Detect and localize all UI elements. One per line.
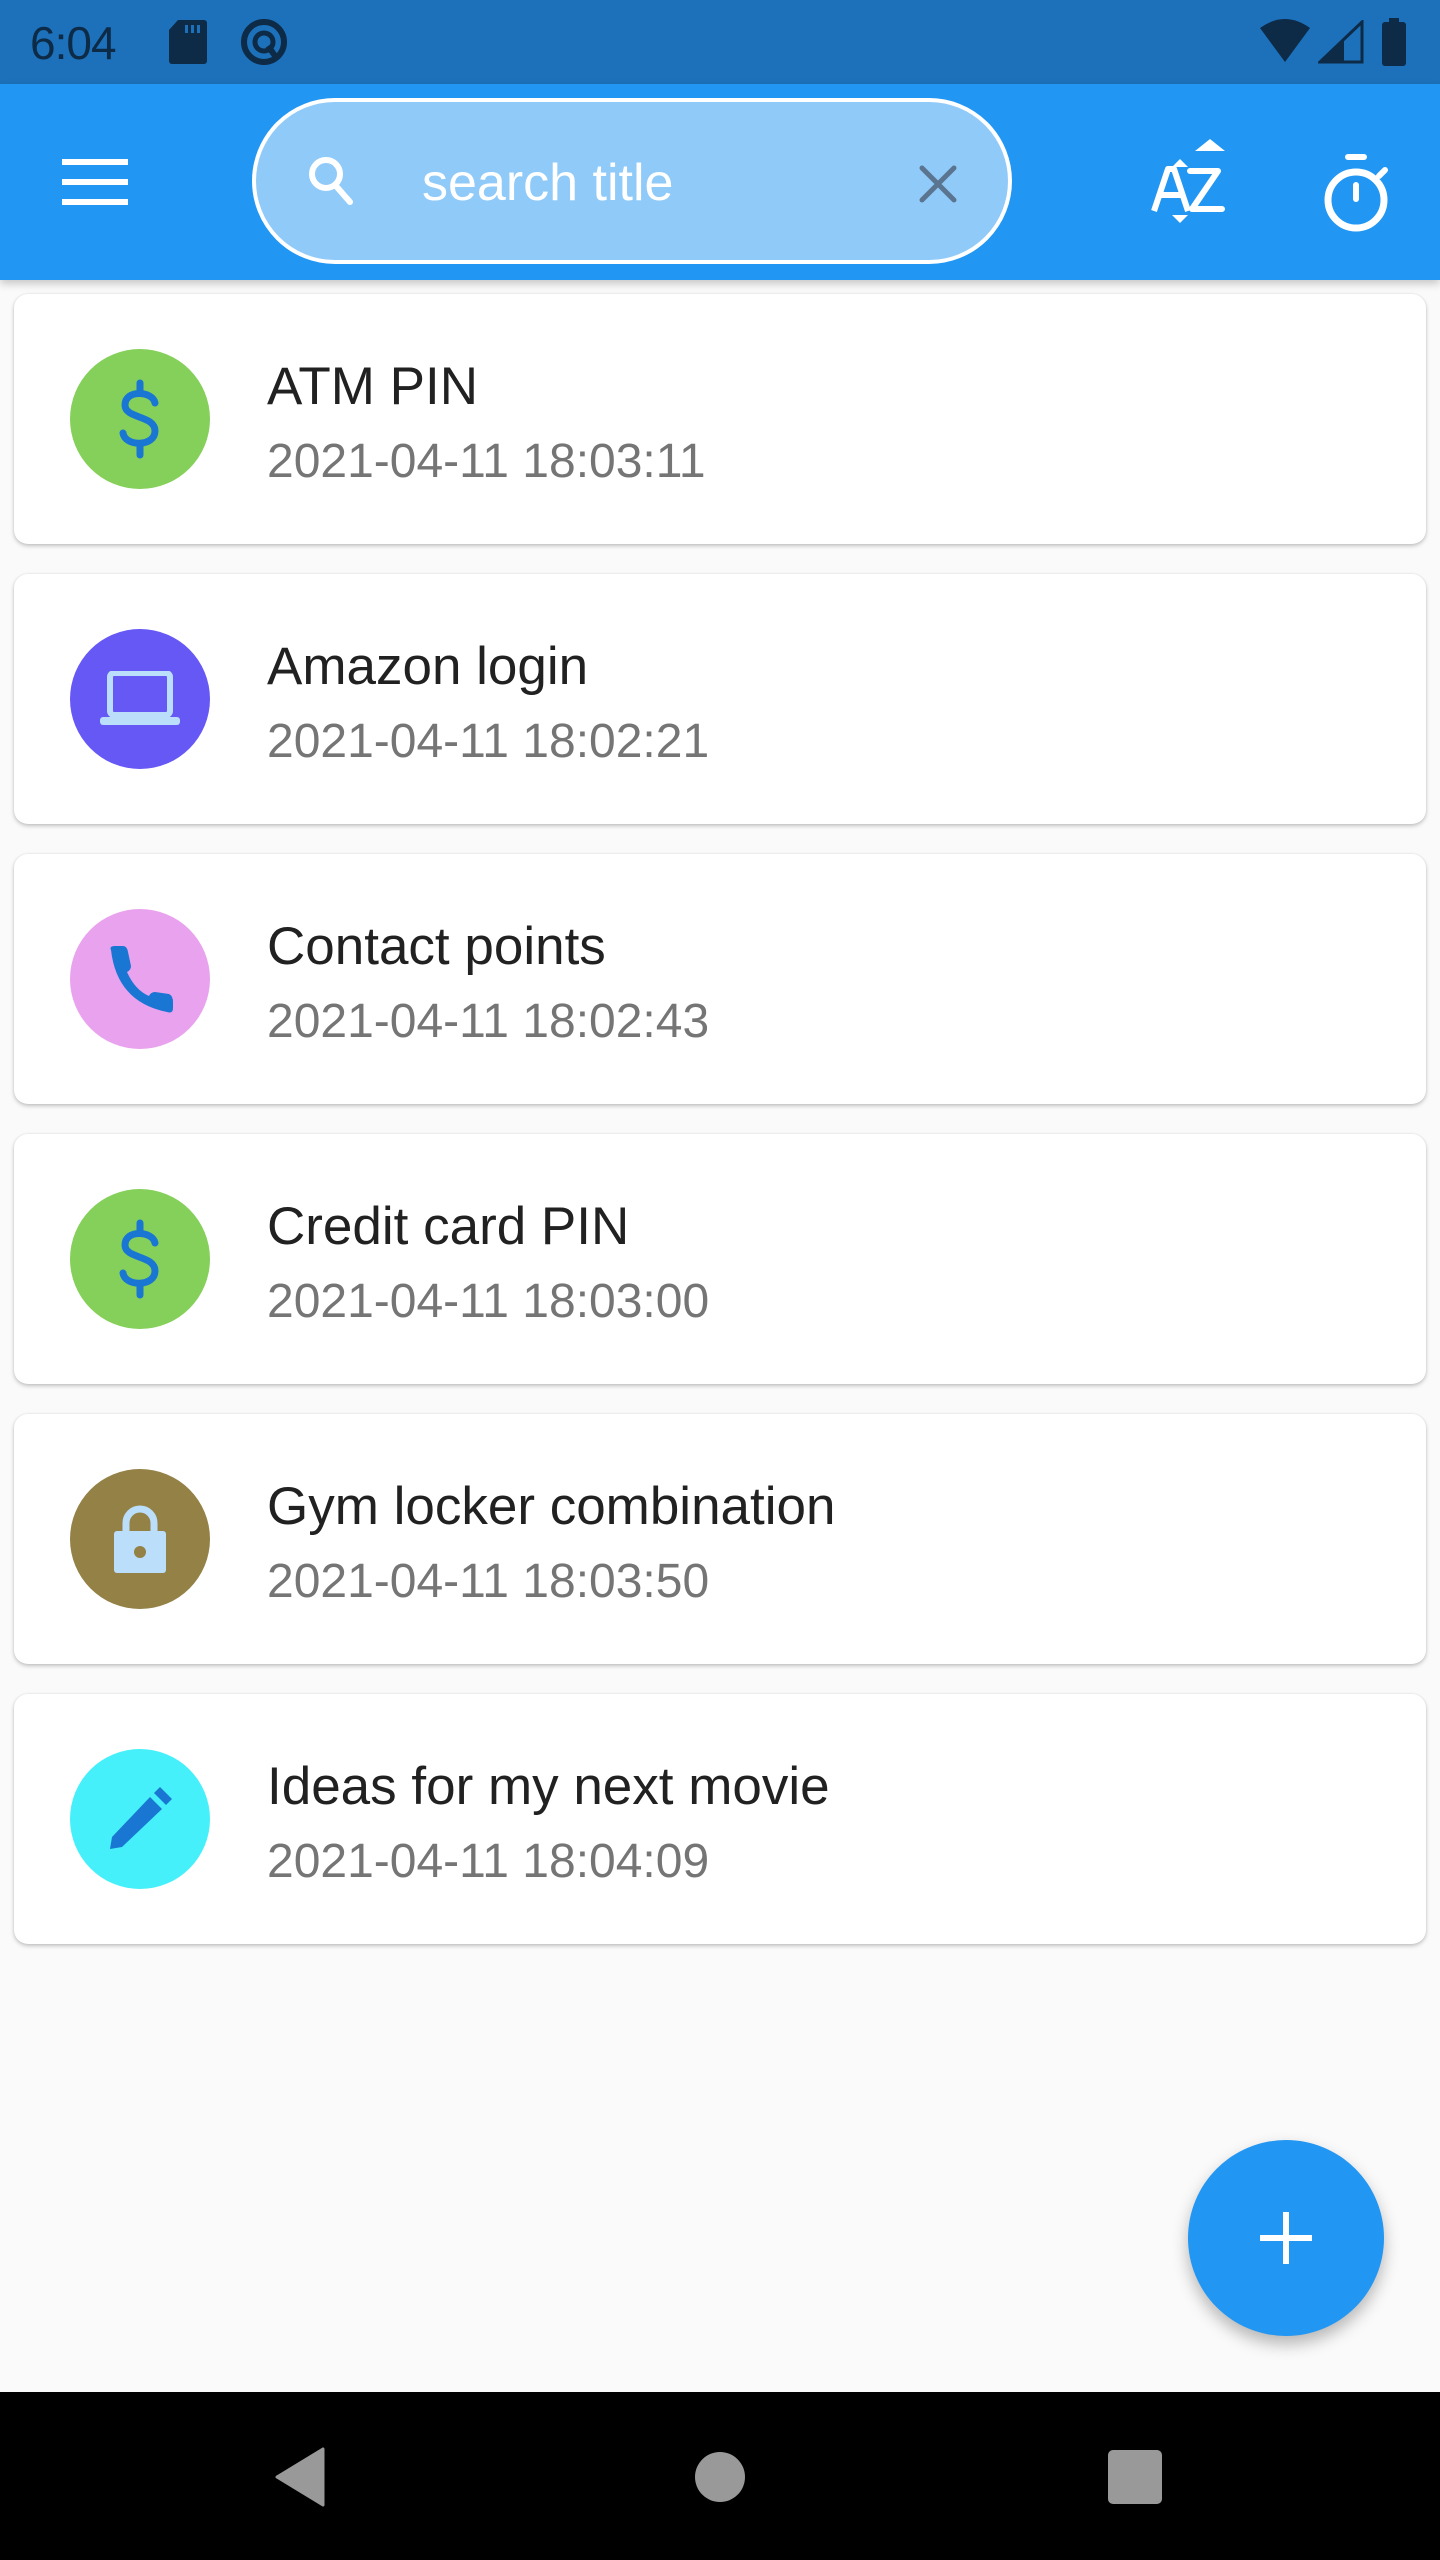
wifi-icon [1260,19,1310,62]
list-item[interactable]: Contact points 2021-04-11 18:02:43 [14,854,1426,1104]
item-date: 2021-04-11 18:03:50 [267,1555,710,1608]
battery-icon [1382,18,1406,66]
item-title: ATM PIN [267,357,479,416]
menu-button[interactable] [50,140,140,224]
item-title: Credit card PIN [267,1197,630,1256]
item-date: 2021-04-11 18:04:09 [267,1835,710,1888]
app-bar [0,84,1440,280]
home-button[interactable] [675,2432,765,2522]
list-item[interactable]: Amazon login 2021-04-11 18:02:21 [14,574,1426,824]
timer-button[interactable] [1296,134,1416,254]
back-button[interactable] [255,2432,345,2522]
item-avatar [70,1749,210,1889]
system-nav-bar [0,2392,1440,2560]
item-date: 2021-04-11 18:03:00 [267,1275,710,1328]
search-icon [309,157,353,205]
item-avatar [70,909,210,1049]
item-date: 2021-04-11 18:02:21 [267,715,710,768]
back-icon [275,2447,325,2507]
laptop-icon [100,671,180,725]
pencil-icon [110,1787,172,1849]
recents-button[interactable] [1090,2432,1180,2522]
item-avatar [70,1469,210,1609]
add-entry-button[interactable] [1188,2140,1384,2336]
item-date: 2021-04-11 18:03:11 [267,435,706,488]
item-title: Amazon login [267,637,589,696]
status-bar: 6:04 [0,0,1440,84]
item-title: Contact points [267,917,606,976]
phone-icon [110,946,173,1013]
data-saver-icon [241,19,287,65]
recents-icon [1108,2450,1162,2504]
sd-card-icon [169,20,207,64]
menu-icon [62,159,128,205]
timer-icon [1324,154,1388,232]
item-title: Ideas for my next movie [267,1757,830,1816]
lock-icon [114,1505,166,1573]
item-title: Gym locker combination [267,1477,836,1536]
search-input[interactable] [422,140,852,226]
search-box[interactable] [252,98,1012,264]
sort-alphabetical-button[interactable] [1130,124,1250,244]
sort-alpha-icon [1151,139,1225,223]
entries-list: ATM PIN 2021-04-11 18:03:11 Amazon login… [14,294,1426,1974]
list-item[interactable]: Gym locker combination 2021-04-11 18:03:… [14,1414,1426,1664]
signal-icon [1318,20,1364,64]
close-icon [919,165,957,203]
status-time: 6:04 [30,17,117,69]
list-item[interactable]: Credit card PIN 2021-04-11 18:03:00 [14,1134,1426,1384]
list-item[interactable]: Ideas for my next movie 2021-04-11 18:04… [14,1694,1426,1944]
item-avatar [70,629,210,769]
item-avatar [70,349,210,489]
clear-search-button[interactable] [906,152,970,216]
plus-icon [1260,2212,1312,2264]
list-item[interactable]: ATM PIN 2021-04-11 18:03:11 [14,294,1426,544]
item-date: 2021-04-11 18:02:43 [267,995,710,1048]
dollar-icon [119,379,159,459]
dollar-icon [119,1219,159,1299]
item-avatar [70,1189,210,1329]
home-icon [695,2452,745,2502]
